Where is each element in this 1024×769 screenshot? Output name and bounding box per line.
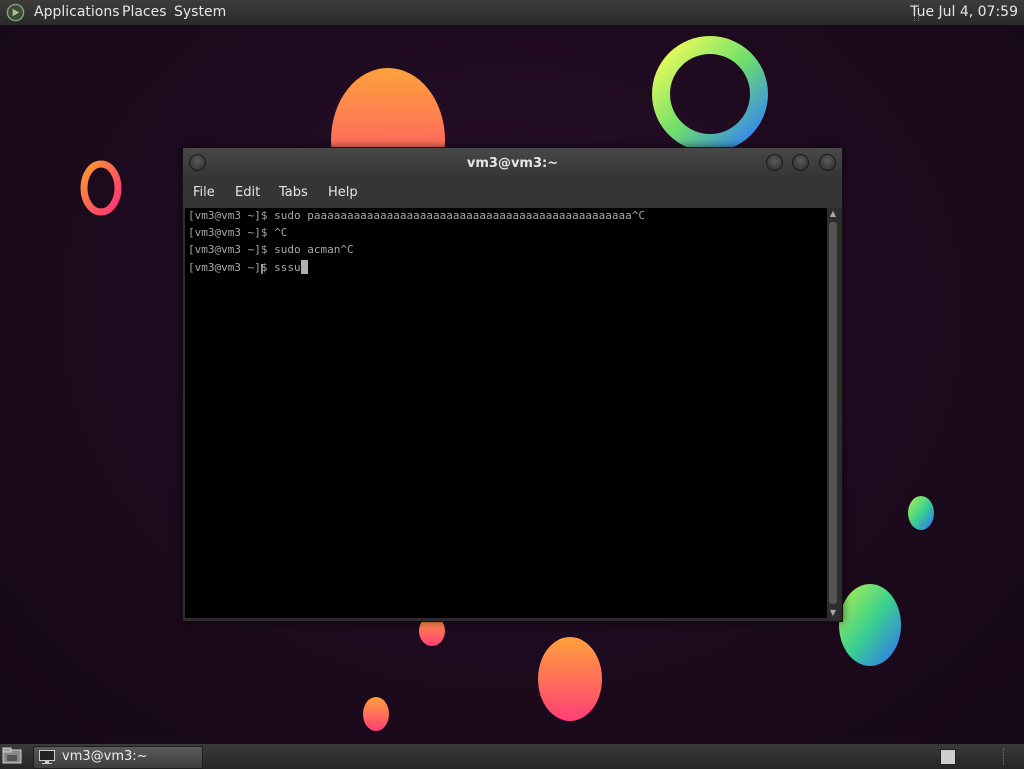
minimize-button[interactable] (766, 154, 783, 171)
window-title: vm3@vm3:~ (466, 156, 559, 171)
ibeam-cursor-icon: I (260, 263, 264, 278)
menu-edit[interactable]: Edit (235, 185, 260, 200)
terminal-line: [vm3@vm3 ~]$ ^C (188, 226, 288, 239)
menu-applications[interactable]: Applications (34, 4, 120, 20)
menu-tabs[interactable]: Tabs (279, 185, 308, 200)
menu-help[interactable]: Help (328, 185, 358, 200)
top-panel: Applications Places System Tue Jul 4, 07… (0, 0, 1024, 26)
show-desktop-icon[interactable] (2, 747, 22, 765)
terminal-line: [vm3@vm3 ~]$ sudo acman^C (188, 243, 354, 256)
applications-icon[interactable] (6, 3, 25, 22)
scroll-thumb[interactable] (829, 222, 837, 604)
close-button[interactable] (819, 154, 836, 171)
panel-separator (1003, 748, 1006, 765)
ring (652, 36, 768, 152)
terminal-line: [vm3@vm3 ~]$ sssu (188, 261, 301, 274)
terminal-line: [vm3@vm3 ~]$ sudo paaaaaaaaaaaaaaaaaaaaa… (188, 209, 645, 222)
taskbar-item-label: vm3@vm3:~ (62, 749, 148, 764)
maximize-button[interactable] (792, 154, 809, 171)
scroll-down-icon[interactable]: ▼ (827, 608, 839, 617)
bubble (363, 697, 389, 731)
ring (80, 160, 122, 216)
menu-places[interactable]: Places (122, 4, 167, 20)
clock[interactable]: Tue Jul 4, 07:59 (910, 4, 1018, 20)
bubble (839, 584, 901, 666)
text-cursor (300, 260, 308, 274)
bubble (908, 496, 934, 530)
window-titlebar[interactable]: vm3@vm3:~ (183, 148, 842, 178)
bottom-panel: vm3@vm3:~ (0, 743, 1024, 769)
bubble (538, 637, 602, 721)
terminal-window[interactable]: vm3@vm3:~ File Edit Tabs Help [vm3@vm3 ~… (182, 147, 843, 622)
menu-system[interactable]: System (174, 4, 226, 20)
terminal-icon (39, 750, 55, 764)
scroll-up-icon[interactable]: ▲ (827, 209, 839, 218)
terminal-prompt-line: [vm3@vm3 ~]$ sssu (188, 260, 308, 274)
window-menubar: File Edit Tabs Help (183, 178, 842, 208)
menu-file[interactable]: File (193, 185, 215, 200)
workspace-switcher[interactable] (940, 749, 956, 765)
terminal-scrollbar[interactable]: ▲ ▼ (827, 208, 839, 618)
taskbar-item-terminal[interactable]: vm3@vm3:~ (33, 746, 203, 769)
terminal-output[interactable]: [vm3@vm3 ~]$ sudo paaaaaaaaaaaaaaaaaaaaa… (185, 208, 827, 618)
